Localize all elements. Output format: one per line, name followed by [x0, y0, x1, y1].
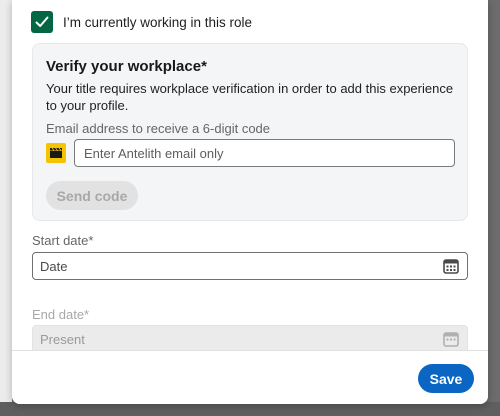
end-date-value: Present: [40, 331, 85, 347]
company-logo-icon: [46, 143, 66, 163]
start-date-value: Date: [40, 258, 68, 274]
verify-workplace-title: Verify your workplace*: [46, 58, 207, 75]
background-page-left: [0, 0, 12, 416]
modal-content: I’m currently working in this role Verif…: [12, 0, 488, 353]
edit-experience-modal: I’m currently working in this role Verif…: [12, 0, 488, 404]
end-date-label: End date*: [32, 307, 90, 322]
currently-working-label[interactable]: I’m currently working in this role: [63, 15, 252, 30]
verify-workplace-section: Verify your workplace* Your title requir…: [32, 43, 468, 221]
start-date-label: Start date*: [32, 233, 94, 248]
checkmark-icon: [35, 16, 49, 27]
calendar-icon[interactable]: [441, 256, 461, 276]
workplace-email-input[interactable]: [74, 139, 455, 167]
email-field-label: Email address to receive a 6-digit code: [46, 121, 271, 136]
verify-workplace-description: Your title requires workplace verificati…: [46, 81, 454, 113]
start-date-field[interactable]: Date: [32, 252, 468, 280]
send-code-button[interactable]: Send code: [46, 181, 138, 210]
save-button[interactable]: Save: [418, 364, 474, 393]
currently-working-row[interactable]: I’m currently working in this role: [31, 11, 252, 33]
calendar-icon: [441, 329, 461, 349]
modal-footer: Save: [12, 350, 488, 404]
currently-working-checkbox[interactable]: [31, 11, 53, 33]
background-overlay-bottom: [0, 402, 500, 416]
end-date-field: Present: [32, 325, 468, 353]
